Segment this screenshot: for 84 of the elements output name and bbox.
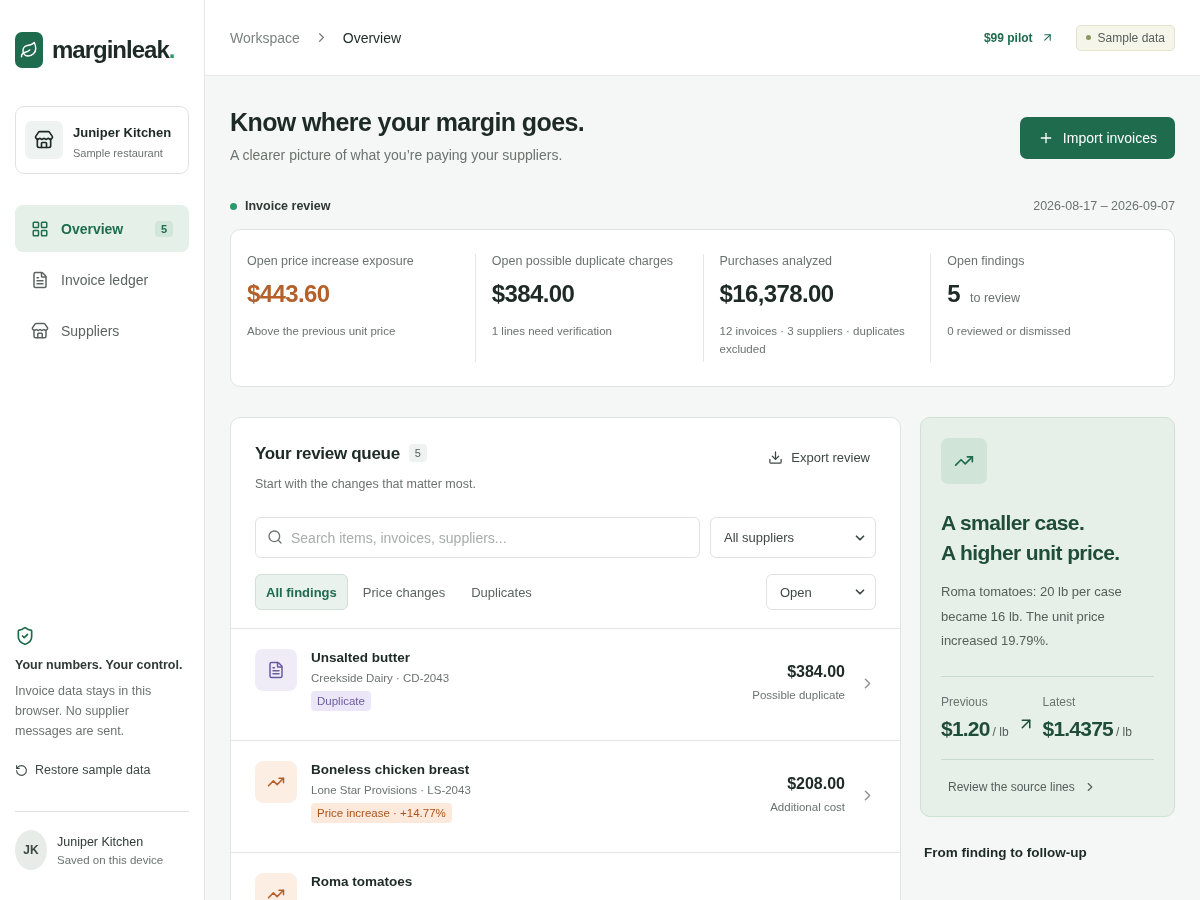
privacy-title: Your numbers. Your control. xyxy=(15,657,184,674)
restore-link[interactable]: Restore sample data xyxy=(15,763,189,777)
page-title: Know where your margin goes. xyxy=(230,108,585,137)
stat-unit: to review xyxy=(970,291,1021,305)
price-value: $1.20 xyxy=(941,716,990,741)
price-value: $1.4375 xyxy=(1042,716,1113,741)
insight-text: Roma tomatoes: 20 lb per case became 16 lb. The unit price increased 19.79%. xyxy=(941,583,1123,650)
nav-item[interactable]: Invoice ledger xyxy=(15,256,189,303)
sample-data-badge: Sample data xyxy=(1075,24,1175,51)
finding-amount: $208.00 xyxy=(787,775,845,793)
finding-row[interactable]: Roma tomatoes xyxy=(231,853,900,900)
item-meta: Creekside Dairy · CD-2043 xyxy=(311,672,450,684)
grid-icon xyxy=(31,219,49,238)
item-meta: Lone Star Provisions · LS-2043 xyxy=(311,784,471,796)
search-field[interactable]: Search items, invoices, suppliers... xyxy=(255,517,700,558)
price-unit: / lb xyxy=(1115,724,1132,739)
import-button[interactable]: Import invoices xyxy=(1019,117,1175,159)
restaurant-type: Sample restaurant xyxy=(73,147,164,159)
stat-value: $384.00 xyxy=(491,280,575,308)
finding-tag: Price increase · +14.77% xyxy=(311,803,452,823)
user-status: Saved on this device xyxy=(57,853,164,866)
nav-label: Invoice ledger xyxy=(61,271,149,288)
restore-icon xyxy=(15,763,28,777)
finding-amount: $384.00 xyxy=(787,663,845,681)
filter-tab[interactable]: Price changes xyxy=(351,574,457,610)
nav-label: Overview xyxy=(61,220,124,237)
filter-tab[interactable]: All findings xyxy=(255,574,348,610)
trend-up-icon xyxy=(941,438,987,484)
breadcrumb-item[interactable]: Workspace xyxy=(230,29,300,46)
price-label: Previous xyxy=(941,694,989,709)
stat-note: Above the previous unit price xyxy=(247,324,397,339)
amount-label: Additional cost xyxy=(770,801,845,813)
stat-note: 0 reviewed or dismissed xyxy=(947,324,1072,339)
section-heading: From finding to follow-up xyxy=(924,844,1088,860)
status-dot xyxy=(230,202,237,210)
user-avatar: JK xyxy=(15,830,47,870)
stat-label: Open possible duplicate charges xyxy=(491,254,675,268)
store-icon xyxy=(25,121,63,159)
nav-item[interactable]: Suppliers xyxy=(15,307,189,354)
restaurant-card[interactable]: Juniper Kitchen Sample restaurant xyxy=(15,106,189,174)
nav-label: Suppliers xyxy=(61,322,120,339)
stat-label: Open price increase exposure xyxy=(247,254,415,268)
page-subtitle: A clearer picture of what you’re paying your suppliers. xyxy=(230,147,564,163)
shield-check-icon xyxy=(15,626,35,646)
stat-note: 12 invoices · 3 suppliers · duplicates excluded xyxy=(719,324,906,357)
export-button[interactable]: Export review xyxy=(762,446,876,469)
document-icon xyxy=(31,270,49,289)
privacy-text: Invoice data stays in this browser. No supplier messages are sent. xyxy=(15,683,153,740)
count-badge: 5 xyxy=(154,220,173,237)
finding-row[interactable]: Unsalted butter Creekside Dairy · CD-2043 Duplicate $384.00 Possible duplicate xyxy=(231,629,900,741)
status-select[interactable]: Open xyxy=(766,574,876,610)
stat-label: Purchases analyzed xyxy=(719,254,834,268)
stat-value: $443.60 xyxy=(247,280,330,308)
search-icon xyxy=(267,529,283,545)
leaf-logo-icon xyxy=(15,32,43,68)
price-label: Latest xyxy=(1042,694,1077,709)
finding-row[interactable]: Boneless chicken breast Lone Star Provisions · LS-2043 Price increase · +14.77% $208.00 Additional cost xyxy=(231,741,900,853)
item-name: Boneless chicken breast xyxy=(311,762,470,777)
price-unit: / lb xyxy=(992,724,1009,739)
stat-value: $16,378.00 xyxy=(719,280,834,308)
restaurant-name: Juniper Kitchen xyxy=(73,124,172,142)
pilot-link[interactable]: $99 pilot xyxy=(983,30,1054,45)
stat-note: 1 lines need verification xyxy=(491,324,613,339)
insight-title: A smaller case. A higher unit price. xyxy=(941,510,1121,566)
period-label: Invoice review xyxy=(245,199,331,213)
queue-title: Your review queue xyxy=(255,444,400,464)
download-icon xyxy=(768,450,784,465)
stat-value: 5 xyxy=(947,280,960,308)
date-range: 2026-08-17 – 2026-09-07 xyxy=(1033,199,1175,213)
source-lines-link[interactable]: Review the source lines xyxy=(941,779,1154,794)
amount-label: Possible duplicate xyxy=(752,689,845,701)
queue-subtitle: Start with the changes that matter most. xyxy=(255,477,477,491)
count-badge: 5 xyxy=(408,444,427,462)
store-icon xyxy=(31,321,49,340)
filter-tab[interactable]: Duplicates xyxy=(460,574,543,610)
breadcrumb-item[interactable]: Overview xyxy=(342,29,402,46)
item-name: Unsalted butter xyxy=(311,650,410,665)
finding-tag: Duplicate xyxy=(311,691,371,711)
brand-name: marginleak. xyxy=(52,36,175,64)
item-name: Roma tomatoes xyxy=(311,874,413,889)
supplier-select[interactable]: All suppliers xyxy=(710,517,876,558)
user-name: Juniper Kitchen xyxy=(57,834,145,849)
nav-item[interactable]: Overview 5 xyxy=(15,205,189,252)
stat-label: Open findings xyxy=(947,254,1026,268)
